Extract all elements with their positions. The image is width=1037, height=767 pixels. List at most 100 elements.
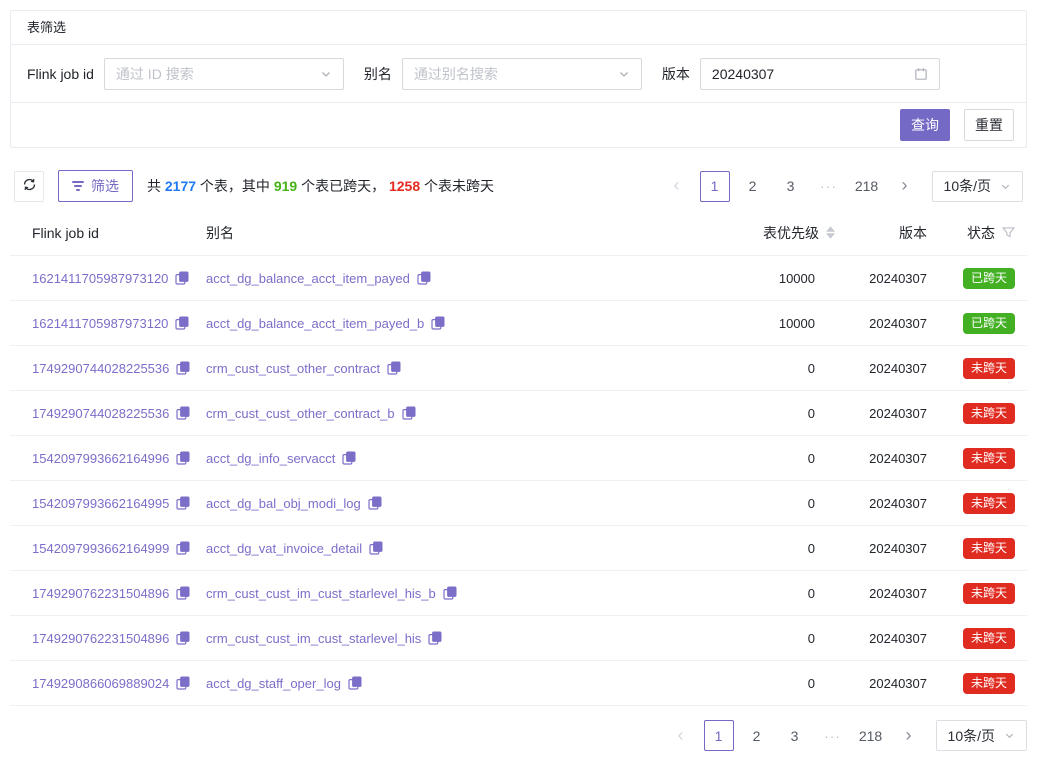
flink-job-id-link[interactable]: 1621411705987973120 [32,316,168,331]
next-page-button[interactable]: › [894,720,924,751]
version-label: 版本 [662,64,690,84]
flink-job-id-cell: 1749290762231504896 [32,586,190,601]
alias-cell: acct_dg_balance_acct_item_payed_b [206,316,445,331]
page-ellipsis: ··· [818,720,848,751]
version-value: 20240307 [869,406,927,421]
status-badge: 未跨天 [963,673,1015,694]
flink-job-id-link[interactable]: 1542097993662164995 [32,496,169,511]
copy-icon[interactable] [176,406,190,420]
alias-link[interactable]: crm_cust_cust_im_cust_starlevel_his_b [206,586,436,601]
flink-job-id-cell: 1542097993662164996 [32,451,190,466]
copy-icon[interactable] [402,406,416,420]
copy-icon[interactable] [387,361,401,375]
sort-icon[interactable] [826,226,835,239]
alias-link[interactable]: crm_cust_cust_other_contract_b [206,406,395,421]
status-badge: 未跨天 [963,628,1015,649]
status-badge: 未跨天 [963,583,1015,604]
copy-icon[interactable] [176,496,190,510]
column-header-flink-job-id: Flink job id [10,225,206,241]
next-page-button[interactable]: › [890,171,920,202]
alias-link[interactable]: acct_dg_vat_invoice_detail [206,541,362,556]
table-body: 1621411705987973120 acct_dg_balance_acct… [10,256,1027,706]
page-button-218[interactable]: 218 [856,720,886,751]
copy-icon[interactable] [342,451,356,465]
copy-icon[interactable] [443,586,457,600]
table-header: Flink job id 别名 表优先级 版本 状态 [10,210,1027,256]
alias-link[interactable]: acct_dg_info_servacct [206,451,335,466]
copy-icon[interactable] [175,271,189,285]
version-value: 20240307 [869,586,927,601]
version-value: 20240307 [869,631,927,646]
query-button[interactable]: 查询 [900,109,950,141]
stats-not-crossed-count: 1258 [389,178,420,194]
copy-icon[interactable] [176,586,190,600]
priority-value: 10000 [779,316,815,331]
copy-icon[interactable] [431,316,445,330]
page-button-3[interactable]: 3 [776,171,806,202]
priority-value: 0 [808,541,815,556]
page-button-1[interactable]: 1 [700,171,730,202]
copy-icon[interactable] [428,631,442,645]
flink-job-id-link[interactable]: 1542097993662164996 [32,451,169,466]
page-button-3[interactable]: 3 [780,720,810,751]
status-badge: 未跨天 [963,403,1015,424]
flink-job-id-link[interactable]: 1542097993662164999 [32,541,169,556]
flink-job-id-link[interactable]: 1749290744028225536 [32,361,169,376]
flink-job-id-cell: 1749290744028225536 [32,361,190,376]
flink-job-id-link[interactable]: 1749290762231504896 [32,586,169,601]
column-header-status[interactable]: 状态 [927,223,1027,243]
copy-icon[interactable] [369,541,383,555]
alias-link[interactable]: crm_cust_cust_im_cust_starlevel_his [206,631,421,646]
filter-funnel-icon[interactable] [1002,227,1015,239]
page: 表筛选 Flink job id 通过 ID 搜索 别名 通过别名搜索 [0,0,1037,761]
alias-select[interactable]: 通过别名搜索 [402,58,642,90]
prev-page-button[interactable]: ‹ [662,171,692,202]
alias-label: 别名 [364,64,392,84]
alias-link[interactable]: acct_dg_balance_acct_item_payed_b [206,316,424,331]
flink-job-id-link[interactable]: 1749290762231504896 [32,631,169,646]
refresh-button[interactable] [14,171,44,202]
flink-job-id-link[interactable]: 1749290866069889024 [32,676,169,691]
flink-job-id-link[interactable]: 1749290744028225536 [32,406,169,421]
alias-cell: acct_dg_vat_invoice_detail [206,541,383,556]
page-size-select[interactable]: 10条/页 [932,171,1023,202]
copy-icon[interactable] [175,316,189,330]
priority-value: 0 [808,676,815,691]
copy-icon[interactable] [176,361,190,375]
stats-text: 个表已跨天， [297,178,389,194]
table-toolbar: 筛选 共 2177 个表，其中 919 个表已跨天， 1258 个表未跨天 ‹1… [10,170,1027,202]
table-row: 1542097993662164995 acct_dg_bal_obj_modi… [10,481,1027,526]
copy-icon[interactable] [368,496,382,510]
alias-link[interactable]: acct_dg_staff_oper_log [206,676,341,691]
copy-icon[interactable] [176,631,190,645]
page-button-218[interactable]: 218 [852,171,882,202]
prev-page-button[interactable]: ‹ [666,720,696,751]
page-button-2[interactable]: 2 [742,720,772,751]
reset-button[interactable]: 重置 [964,109,1014,141]
chevron-down-icon [320,68,332,80]
flink-job-id-link[interactable]: 1621411705987973120 [32,271,168,286]
page-button-2[interactable]: 2 [738,171,768,202]
copy-icon[interactable] [417,271,431,285]
version-date-input[interactable]: 20240307 [700,58,940,90]
version-value: 20240307 [712,66,914,82]
alias-link[interactable]: crm_cust_cust_other_contract [206,361,380,376]
alias-link[interactable]: acct_dg_balance_acct_item_payed [206,271,410,286]
copy-icon[interactable] [176,541,190,555]
copy-icon[interactable] [348,676,362,690]
flink-job-id-select[interactable]: 通过 ID 搜索 [104,58,344,90]
priority-value: 0 [808,631,815,646]
version-field: 版本 20240307 [662,58,940,90]
alias-cell: acct_dg_bal_obj_modi_log [206,496,382,511]
copy-icon[interactable] [176,676,190,690]
filter-toggle-button[interactable]: 筛选 [58,170,133,202]
copy-icon[interactable] [176,451,190,465]
alias-cell: crm_cust_cust_im_cust_starlevel_his [206,631,442,646]
alias-cell: acct_dg_info_servacct [206,451,356,466]
page-button-1[interactable]: 1 [704,720,734,751]
table-row: 1749290744028225536 crm_cust_cust_other_… [10,346,1027,391]
column-header-priority[interactable]: 表优先级 [705,223,835,243]
stats-text: 共 [147,178,165,194]
alias-link[interactable]: acct_dg_bal_obj_modi_log [206,496,361,511]
page-size-select[interactable]: 10条/页 [936,720,1027,751]
